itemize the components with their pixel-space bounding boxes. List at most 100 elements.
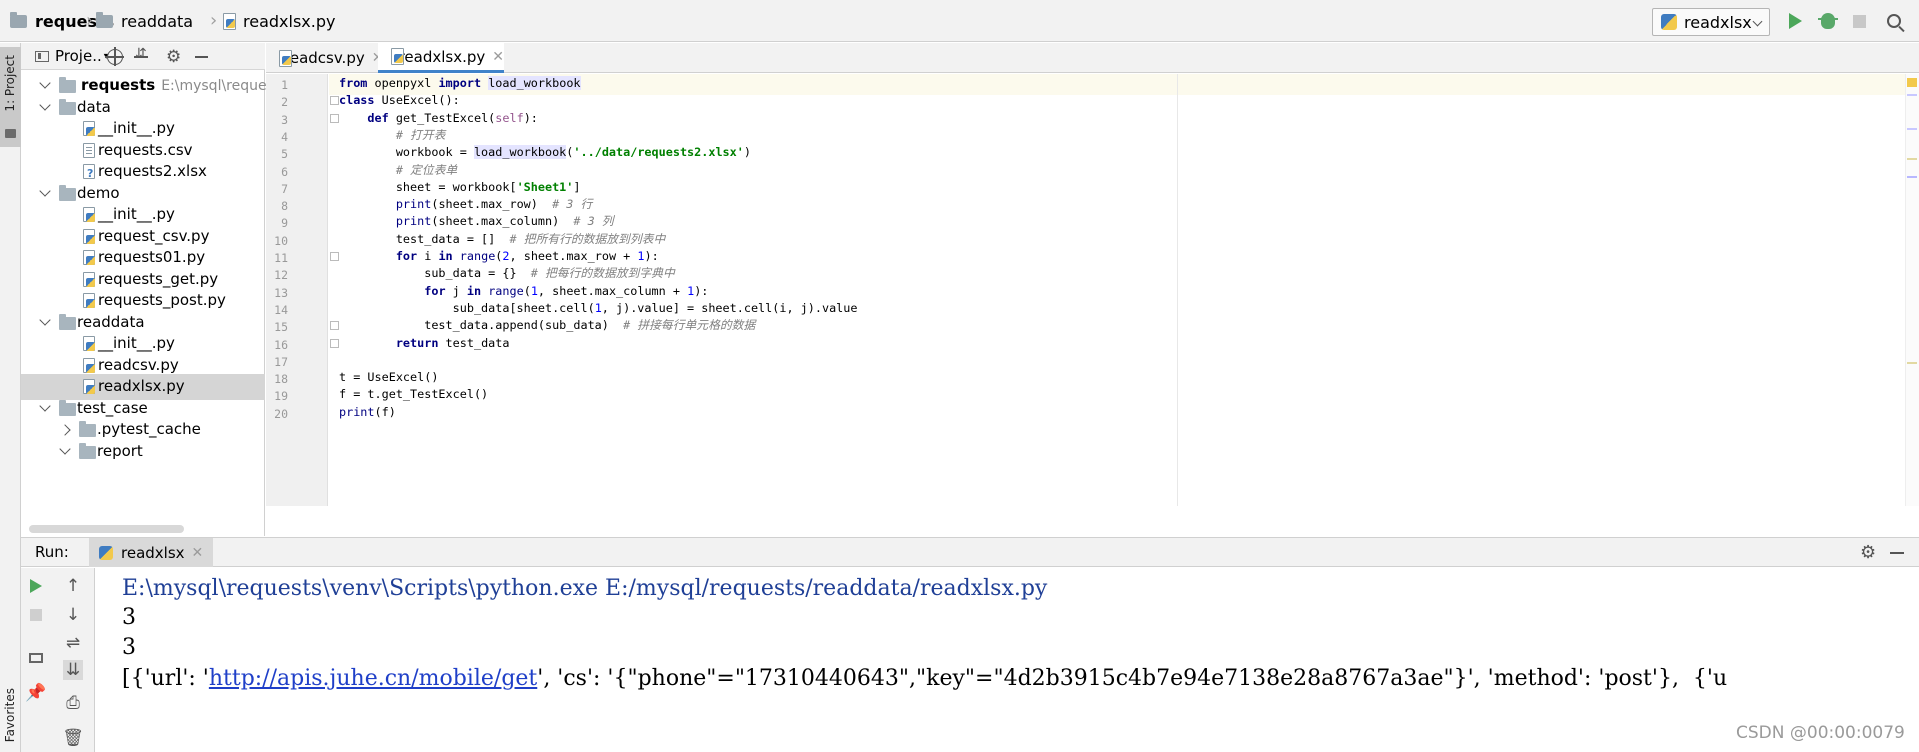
close-icon[interactable]: ✕ bbox=[192, 545, 204, 561]
chevron-down-icon[interactable] bbox=[39, 98, 51, 111]
vertical-scrollbar[interactable] bbox=[1905, 74, 1919, 506]
tree-item-label: requests.csv bbox=[98, 140, 193, 159]
line-number: 9 bbox=[281, 216, 288, 231]
breadcrumb-label: readdata bbox=[121, 11, 194, 31]
line-number: 18 bbox=[274, 372, 288, 387]
python-icon bbox=[99, 545, 113, 560]
tab-readcsv[interactable]: readcsv.py ✕ bbox=[266, 43, 383, 73]
scroll-down-button[interactable]: ↓ bbox=[63, 605, 83, 625]
scroll-up-button[interactable]: ↑ bbox=[63, 576, 83, 596]
trash-icon: 🗑 bbox=[62, 728, 84, 748]
code-editor[interactable]: 1 2 3 4 5 6 7 8 9 10 11 12 13 14 15 16 17 18 19 20 from ope… bbox=[266, 74, 1919, 506]
console-output[interactable]: E:\mysql\requests\venv\Scripts\python.ex… bbox=[96, 568, 1919, 752]
tab-label: readcsv.py bbox=[284, 49, 365, 67]
folder-icon bbox=[59, 98, 76, 115]
project-tool-button[interactable]: 1: Project bbox=[0, 47, 21, 147]
chevron-down-icon bbox=[1752, 16, 1763, 27]
line-number: 15 bbox=[274, 320, 288, 335]
tree-item-label: requests_post.py bbox=[98, 291, 226, 309]
arrow-down-icon: ↓ bbox=[65, 605, 81, 625]
usage-marker[interactable] bbox=[1907, 176, 1917, 178]
chevron-right-icon[interactable] bbox=[59, 424, 71, 436]
line-number: 6 bbox=[281, 164, 288, 179]
run-tab-readxlsx[interactable]: readxlsx ✕ bbox=[89, 538, 214, 567]
pin-icon: 📌 bbox=[25, 683, 47, 703]
favorites-tool-button[interactable]: Favorites bbox=[0, 688, 21, 748]
tree-item-label: report bbox=[97, 441, 143, 460]
stop-button[interactable] bbox=[26, 605, 46, 625]
fold-marker-icon[interactable] bbox=[330, 113, 339, 123]
usage-marker[interactable] bbox=[1907, 94, 1917, 96]
chevron-down-icon[interactable] bbox=[39, 184, 51, 197]
tab-readxlsx[interactable]: readxlsx.py ✕ bbox=[378, 43, 504, 73]
line-number: 1 bbox=[281, 78, 288, 92]
python-file-icon bbox=[83, 336, 95, 351]
fold-marker-icon[interactable] bbox=[330, 252, 339, 261]
line-number: 4 bbox=[281, 129, 288, 144]
close-icon[interactable]: ✕ bbox=[492, 49, 504, 65]
run-configuration-label: readxlsx bbox=[1684, 12, 1752, 32]
tree-item-label: __init__.py bbox=[98, 334, 175, 352]
clear-all-button[interactable]: 🗑 bbox=[62, 728, 84, 748]
usage-marker[interactable] bbox=[1907, 158, 1917, 160]
fold-marker-icon[interactable] bbox=[330, 338, 339, 348]
navigation-bar: requests › readdata › readxlsx.py readxl… bbox=[0, 0, 1919, 42]
editor-tab-bar: readcsv.py ✕ readxlsx.py ✕ bbox=[266, 43, 1919, 73]
minimize-icon[interactable] bbox=[1890, 552, 1904, 554]
python-file-icon bbox=[83, 271, 95, 287]
line-number: 11 bbox=[274, 251, 288, 265]
code-line: return test_data bbox=[395, 335, 510, 350]
gear-icon[interactable]: ⚙ bbox=[166, 49, 182, 66]
usage-marker[interactable] bbox=[1907, 362, 1917, 364]
inspection-marker[interactable] bbox=[1907, 78, 1917, 87]
python-file-icon bbox=[222, 12, 237, 30]
layout-button[interactable] bbox=[26, 648, 46, 668]
run-configuration-select[interactable]: readxlsx bbox=[1652, 8, 1770, 36]
folder-icon bbox=[59, 313, 76, 330]
fold-marker-icon[interactable] bbox=[330, 96, 339, 106]
tree-item-label: data bbox=[77, 97, 111, 116]
python-file-icon bbox=[83, 250, 95, 265]
horizontal-scrollbar[interactable] bbox=[29, 525, 184, 533]
right-margin-guide bbox=[1177, 74, 1178, 506]
rerun-button[interactable] bbox=[26, 576, 46, 596]
breadcrumb-separator: › bbox=[210, 10, 218, 31]
fold-marker-icon[interactable] bbox=[330, 321, 339, 331]
locate-file-icon[interactable] bbox=[105, 47, 124, 66]
tree-item-label: requests_get.py bbox=[98, 269, 219, 288]
console-url-link[interactable]: http://apis.juhe.cn/mobile/get bbox=[209, 666, 537, 691]
python-file-icon bbox=[83, 379, 95, 394]
line-number: 20 bbox=[274, 406, 288, 421]
pin-tab-button[interactable]: 📌 bbox=[25, 683, 47, 703]
project-panel-title: Proje.. bbox=[55, 47, 102, 65]
project-view-select[interactable]: Proje.. ▾ bbox=[35, 47, 109, 65]
gear-icon[interactable]: ⚙ bbox=[1860, 542, 1876, 563]
run-button[interactable] bbox=[1785, 11, 1805, 31]
hide-panel-icon[interactable] bbox=[193, 49, 209, 65]
console-text: [{'url': ' bbox=[122, 666, 209, 691]
stop-button[interactable] bbox=[1849, 11, 1869, 31]
chevron-down-icon[interactable] bbox=[39, 313, 51, 326]
chevron-down-icon[interactable] bbox=[39, 399, 51, 412]
usage-marker[interactable] bbox=[1907, 128, 1917, 130]
tree-item-report[interactable]: report bbox=[21, 439, 265, 465]
chevron-down-icon bbox=[39, 77, 51, 89]
collapse-all-icon[interactable] bbox=[133, 46, 149, 65]
breadcrumb-readxlsx[interactable]: readxlsx.py bbox=[222, 11, 335, 31]
search-button[interactable] bbox=[1884, 11, 1904, 31]
folder-icon bbox=[79, 421, 96, 437]
csv-file-icon bbox=[83, 142, 95, 158]
console-line: 3 bbox=[122, 635, 136, 660]
console-command-line: E:\mysql\requests\venv\Scripts\python.ex… bbox=[122, 576, 1048, 601]
breadcrumb-readdata[interactable]: readdata bbox=[96, 11, 193, 31]
debug-button[interactable] bbox=[1818, 11, 1838, 31]
left-tool-stripe: 1: Project Favorites bbox=[0, 43, 21, 752]
soft-wrap-icon: ⇌ bbox=[65, 633, 81, 653]
arrow-up-icon: ↑ bbox=[65, 576, 81, 596]
tab-label: readxlsx.py bbox=[398, 47, 486, 66]
chevron-down-icon[interactable] bbox=[59, 442, 71, 455]
tree-root-label: requests E:\mysql\requests bbox=[81, 76, 287, 94]
soft-wrap-button[interactable]: ⇌ bbox=[63, 633, 83, 653]
print-button[interactable]: ⎙ bbox=[63, 693, 83, 713]
scroll-to-end-button[interactable]: ⇊ bbox=[63, 660, 83, 680]
